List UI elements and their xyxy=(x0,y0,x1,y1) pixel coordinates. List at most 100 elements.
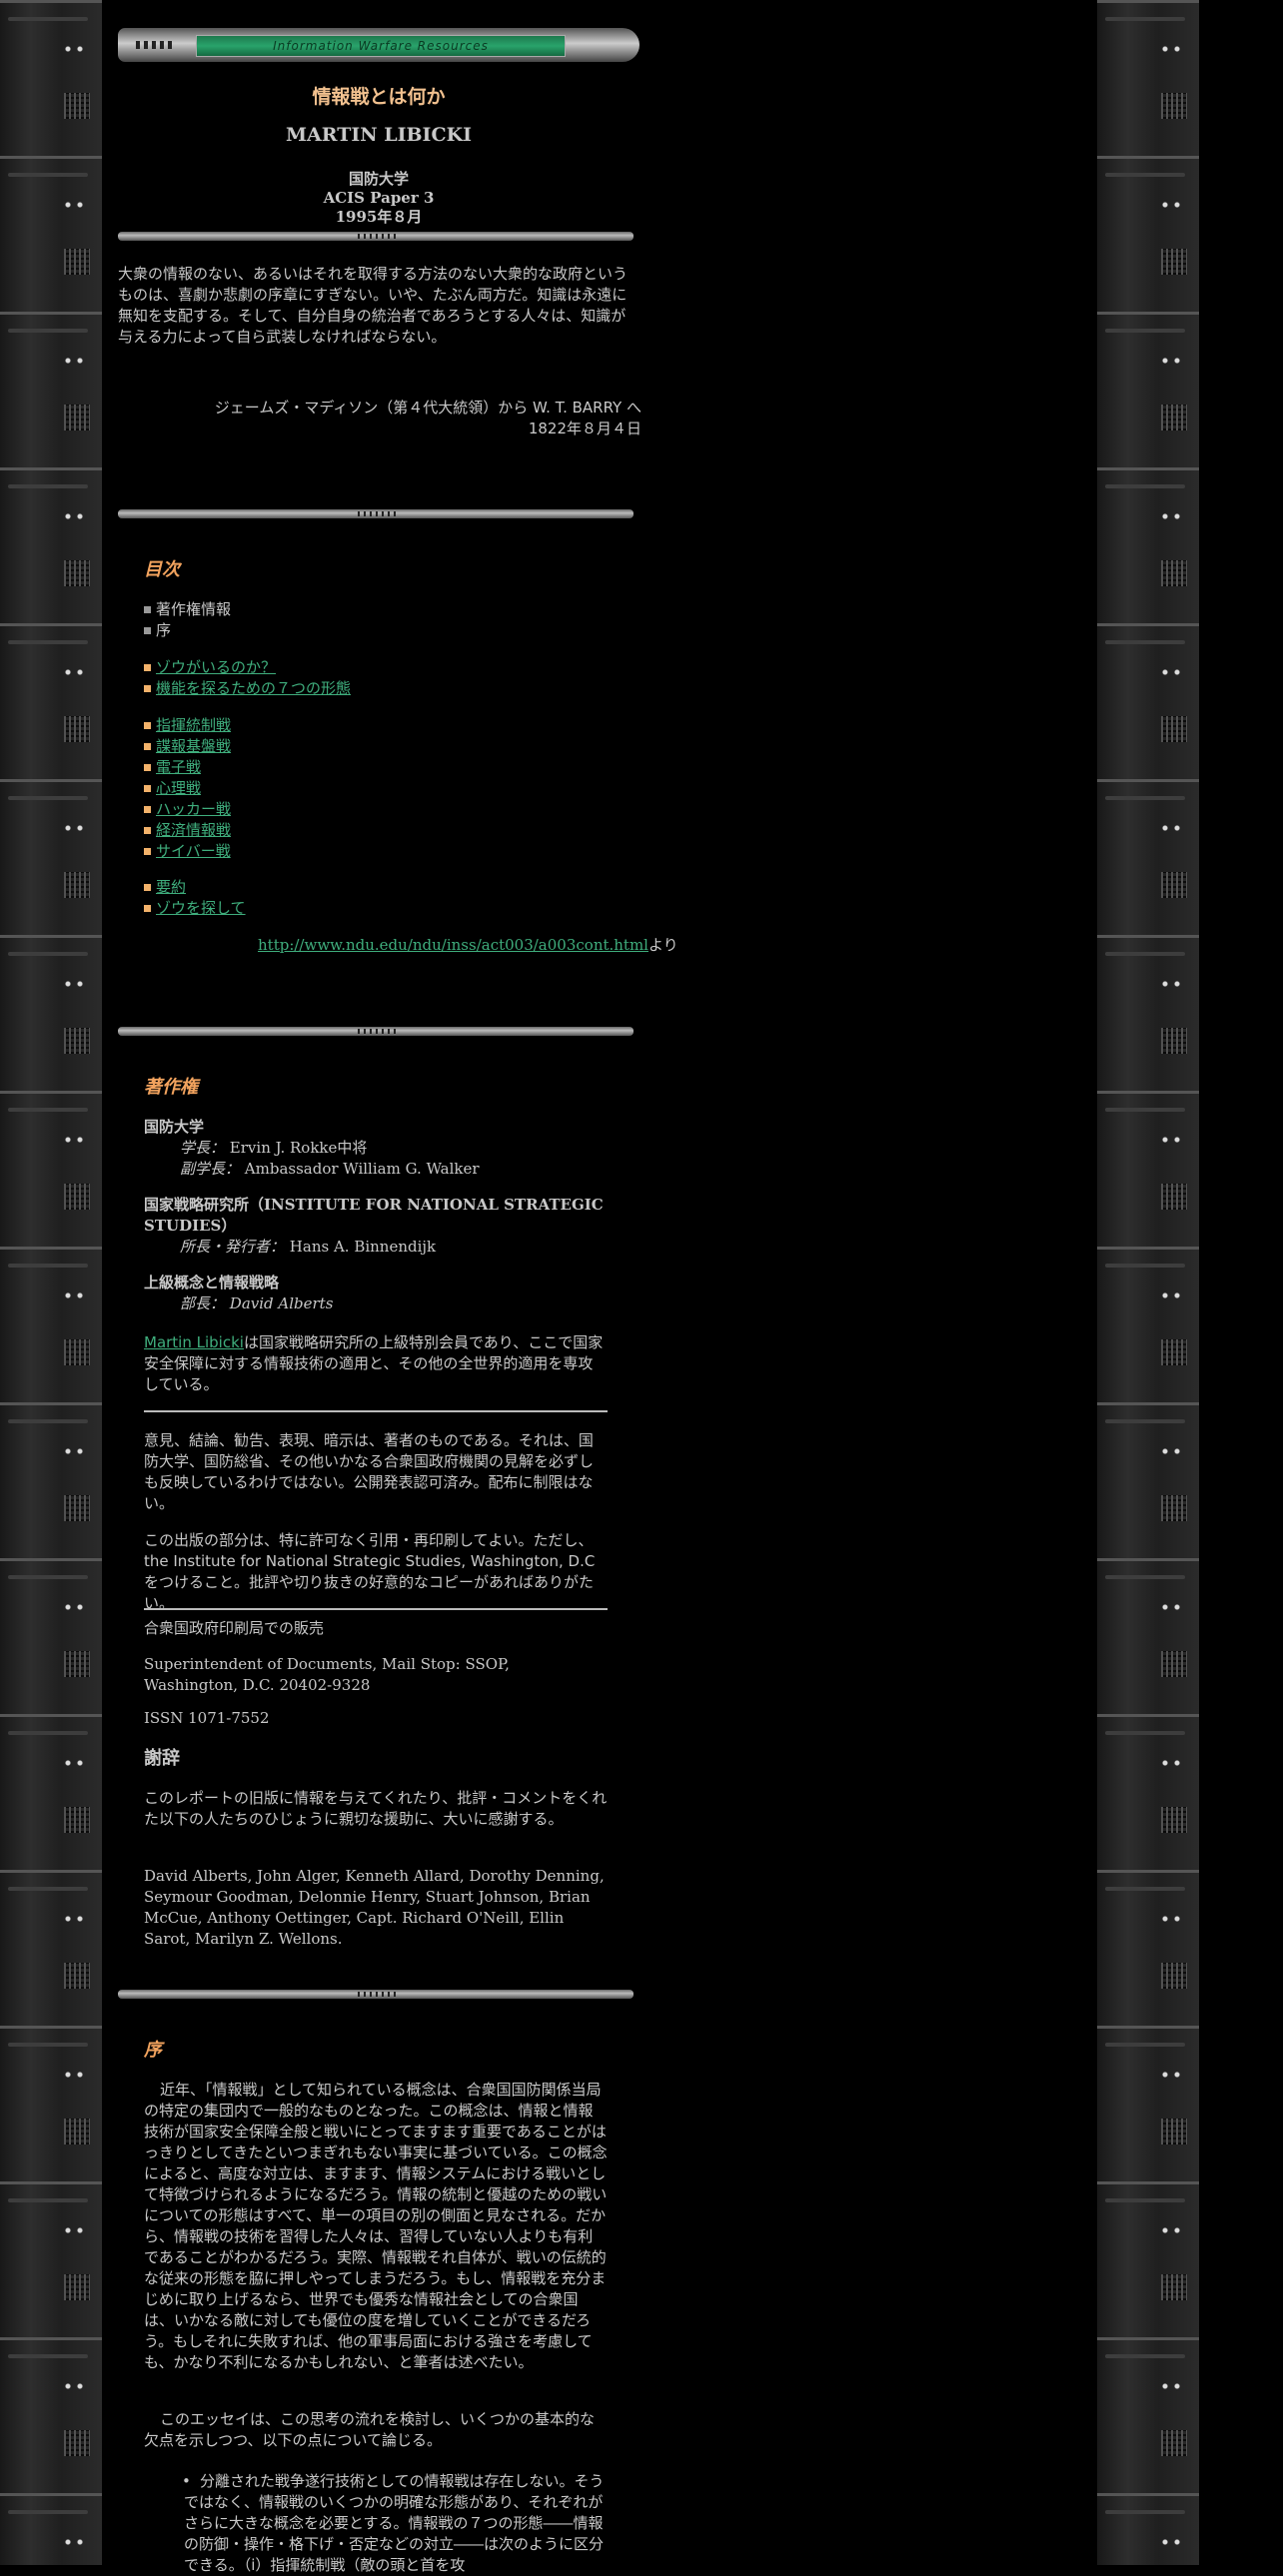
rack-bay xyxy=(1097,156,1199,315)
rack-bay xyxy=(1097,1558,1199,1717)
toc-item: ゾウがいるのか？ xyxy=(144,657,351,678)
rack-bay xyxy=(0,1558,102,1717)
rack-bay xyxy=(1097,623,1199,782)
toc-item: ゾウを探して xyxy=(144,898,246,919)
rack-bay xyxy=(0,2337,102,2496)
rack-bay xyxy=(0,1247,102,1405)
toc-link[interactable]: 心理戦 xyxy=(156,778,201,799)
bullet-square-icon xyxy=(144,806,151,813)
org-acis-block: 上級概念と情報戦略 部長： David Alberts xyxy=(144,1273,608,1314)
author-bio: Martin Libickiは国家戦略研究所の上級特別会員であり、ここで国家安全… xyxy=(144,1333,604,1393)
toc-group-3: 指揮統制戦 諜報基盤戦 電子戦 心理戦 ハッカー戦 経済情報戦 サイバー戦 xyxy=(144,715,231,862)
author-link[interactable]: Martin Libicki xyxy=(144,1333,244,1351)
toc-link[interactable]: 電子戦 xyxy=(156,757,201,778)
toc-item: 指揮統制戦 xyxy=(144,715,231,736)
sale-text: 合衆国政府印刷局での販売 xyxy=(144,1619,325,1637)
rack-bay xyxy=(1097,467,1199,626)
toc-link[interactable]: ハッカー戦 xyxy=(156,799,231,820)
rack-bay xyxy=(1097,2493,1199,2565)
thanks-text: このレポートの旧版に情報を与えてくれたり、批評・コメントをくれた以下の人たちのひ… xyxy=(144,1789,608,1828)
section-divider xyxy=(118,1990,634,1999)
bullet-square-icon xyxy=(144,764,151,771)
publication-org: 国防大学 xyxy=(348,170,409,188)
toc-link[interactable]: 機能を探るための７つの形態 xyxy=(156,678,351,699)
epigraph-attr-line2: 1822年８月４日 xyxy=(528,420,642,437)
rack-bay xyxy=(0,2181,102,2340)
org-inss-block: 国家戦略研究所（INSTITUTE FOR NATIONAL STRATEGIC… xyxy=(144,1195,608,1258)
section-divider xyxy=(118,232,634,241)
toc-item: 機能を探るための７つの形態 xyxy=(144,678,351,699)
rack-bay xyxy=(1097,2337,1199,2496)
toc-group-1: 著作権情報 序 xyxy=(144,599,231,641)
rack-bay xyxy=(0,0,102,159)
bullet-square-icon xyxy=(144,884,151,891)
preface-paragraph-1: 近年、「情報戦」として知られている概念は、合衆国国防関係当局の特定の集団内で一般… xyxy=(144,2081,608,2371)
toc-item: サイバー戦 xyxy=(144,841,231,862)
toc-item: 著作権情報 xyxy=(144,599,231,620)
rack-bay xyxy=(1097,312,1199,470)
rack-bay xyxy=(1097,935,1199,1094)
bullet-square-icon xyxy=(144,664,151,671)
rack-bay xyxy=(0,467,102,626)
section-divider xyxy=(118,1027,634,1036)
toc-item: 要約 xyxy=(144,877,246,898)
toc-link[interactable]: 要約 xyxy=(156,877,186,898)
address-text: Superintendent of Documents, Mail Stop: … xyxy=(144,1655,510,1694)
org-ndu-name: 国防大学 xyxy=(144,1118,205,1136)
bullet-square-icon xyxy=(144,743,151,750)
source-url-link[interactable]: http://www.ndu.edu/ndu/inss/act003/a003c… xyxy=(258,936,648,954)
thanks-names: David Alberts, John Alger, Kenneth Allar… xyxy=(144,1867,605,1948)
rack-bay xyxy=(0,623,102,782)
rack-bay xyxy=(0,1091,102,1250)
toc-link[interactable]: 諜報基盤戦 xyxy=(156,736,231,757)
rack-bay xyxy=(0,1870,102,2029)
org-acis-director: 部長： David Alberts xyxy=(180,1294,334,1312)
author-name: MARTIN LIBICKI xyxy=(286,124,472,146)
preface-bullet-item: 分離された戦争遂行技術としての情報戦は存在しない。そうではなく、情報戦のいくつか… xyxy=(166,2471,608,2576)
issn-text: ISSN 1071-7552 xyxy=(144,1709,270,1727)
preface-heading: 序 xyxy=(144,2040,162,2061)
rack-bay xyxy=(0,1402,102,1561)
rack-bay xyxy=(0,1714,102,1873)
rack-bay xyxy=(1097,1247,1199,1405)
epigraph-quote: 大衆の情報のない、あるいはそれを取得する方法のない大衆的な政府というものは、喜劇… xyxy=(118,265,629,346)
toc-group-4: 要約 ゾウを探して xyxy=(144,877,246,919)
rack-bay xyxy=(1097,779,1199,938)
bullet-square-icon xyxy=(144,685,151,692)
toc-link[interactable]: サイバー戦 xyxy=(156,841,231,862)
toc-link[interactable]: 指揮統制戦 xyxy=(156,715,231,736)
source-suffix: より xyxy=(647,936,678,954)
banner-knobs xyxy=(136,41,176,49)
toc-heading: 目次 xyxy=(144,559,180,580)
rack-bay xyxy=(0,2493,102,2565)
rack-bay xyxy=(1097,1714,1199,1873)
page-title: 情報戦とは何か xyxy=(312,86,446,108)
bullet-square-icon xyxy=(144,905,151,912)
toc-link[interactable]: 経済情報戦 xyxy=(156,820,231,841)
reprint-text: この出版の部分は、特に許可なく引用・再印刷してよい。ただし、the Instit… xyxy=(144,1531,596,1612)
epigraph-attribution: ジェームズ・マディソン（第４代大統領）から W. T. BARRY へ 1822… xyxy=(118,398,642,439)
bullet-square-icon xyxy=(144,848,151,855)
thanks-heading: 謝辞 xyxy=(144,1748,180,1769)
toc-link[interactable]: ゾウがいるのか？ xyxy=(156,657,276,678)
toc-item: 序 xyxy=(144,620,231,641)
rack-bay xyxy=(0,779,102,938)
bullet-square-icon xyxy=(144,827,151,834)
section-divider xyxy=(118,509,634,518)
source-line: http://www.ndu.edu/ndu/inss/act003/a003c… xyxy=(258,935,678,956)
org-ndu-block: 国防大学 学長： Ervin J. Rokke中将 副学長： Ambassado… xyxy=(144,1117,608,1180)
disclaimer-text: 意見、結論、勧告、表現、暗示は、著者のものである。それは、国防大学、国防総省、そ… xyxy=(144,1431,595,1512)
rack-bay xyxy=(0,2026,102,2184)
toc-group-2: ゾウがいるのか？ 機能を探るための７つの形態 xyxy=(144,657,351,699)
rack-bay xyxy=(0,156,102,315)
preface-bullet-list: 分離された戦争遂行技術としての情報戦は存在しない。そうではなく、情報戦のいくつか… xyxy=(166,2471,608,2576)
toc-link[interactable]: ゾウを探して xyxy=(156,898,246,919)
preface-paragraph-2: このエッセイは、この思考の流れを検討し、いくつかの基本的な欠点を示しつつ、以下の… xyxy=(144,2410,596,2449)
copyright-heading: 著作権 xyxy=(144,1077,198,1098)
org-inss-name: 国家戦略研究所（INSTITUTE FOR NATIONAL STRATEGIC… xyxy=(144,1196,604,1235)
toc-item: ハッカー戦 xyxy=(144,799,231,820)
rack-bay xyxy=(1097,1402,1199,1561)
bullet-square-icon xyxy=(144,785,151,792)
toc-item: 電子戦 xyxy=(144,757,231,778)
org-acis-name: 上級概念と情報戦略 xyxy=(144,1274,280,1291)
